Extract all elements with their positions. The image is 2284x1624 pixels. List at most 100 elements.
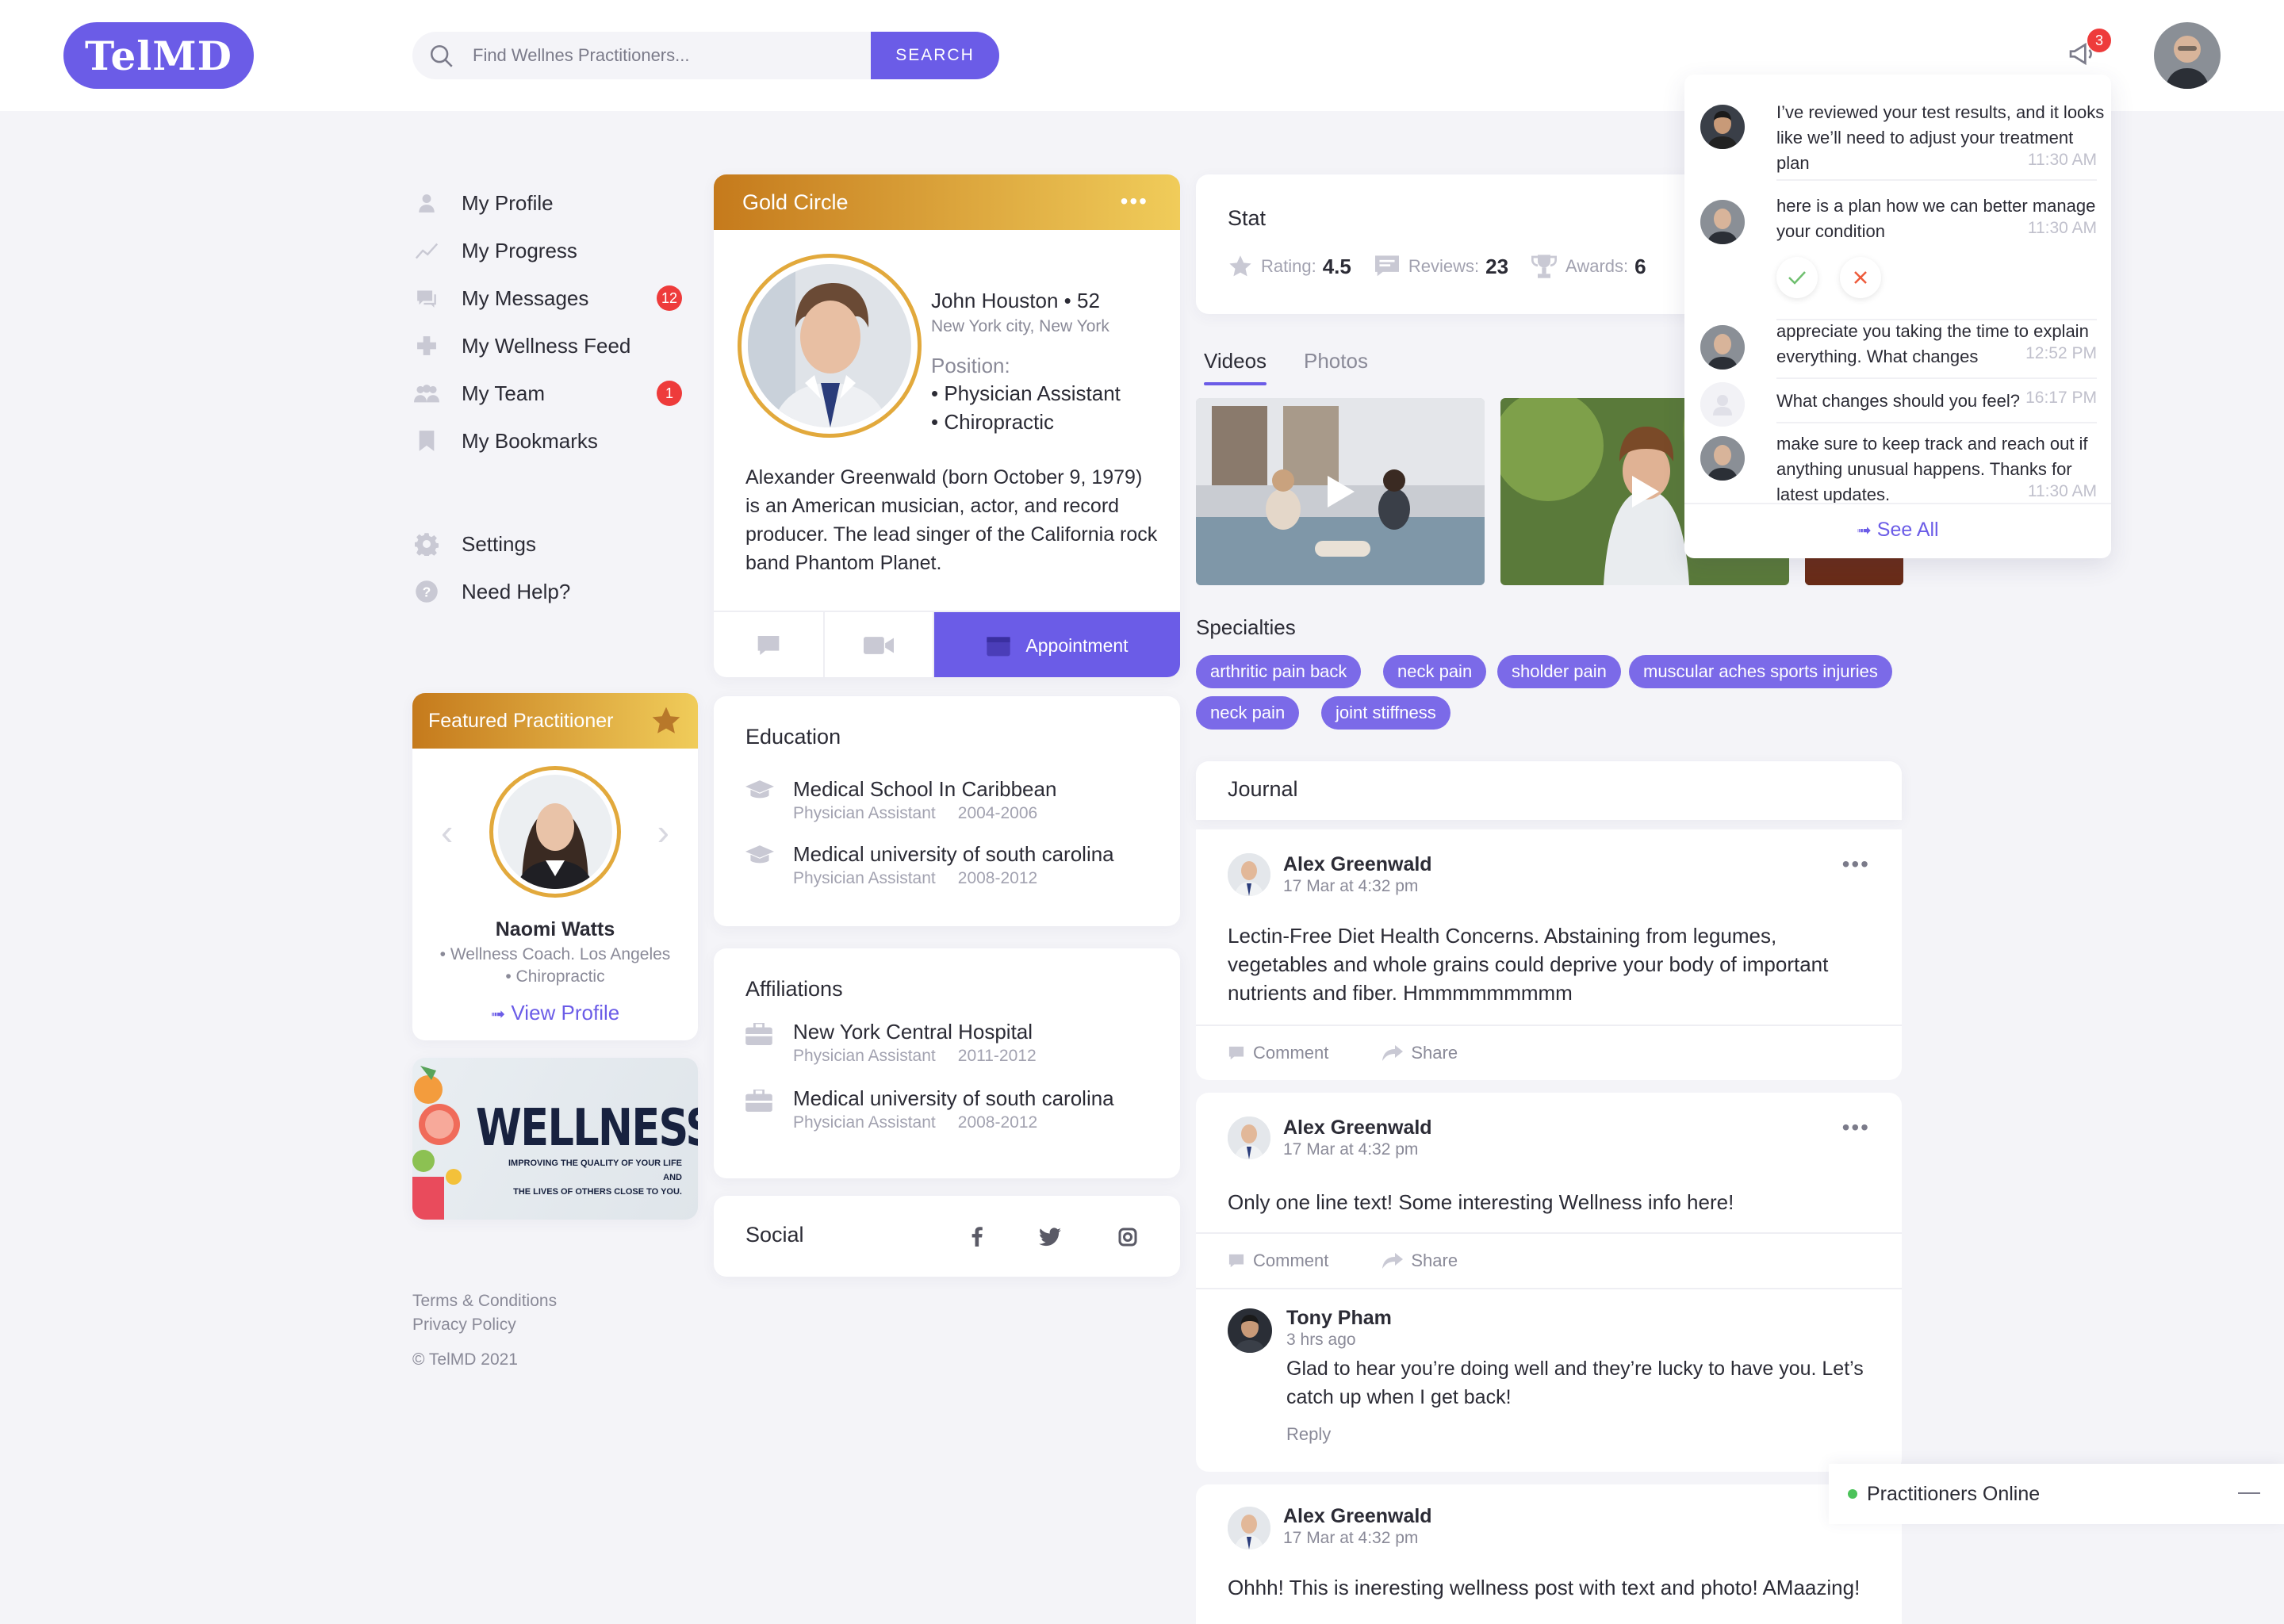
sidebar-item-help[interactable]: ? Need Help?	[412, 568, 682, 615]
sidebar-item-settings[interactable]: Settings	[412, 520, 682, 568]
chat-button[interactable]	[714, 612, 825, 677]
post-time: 17 Mar at 4:32 pm	[1283, 1529, 1419, 1547]
video-thumbnail[interactable]	[1196, 398, 1485, 585]
awards-value: 6	[1634, 254, 1646, 278]
sidebar-item-my-progress[interactable]: My Progress	[412, 227, 682, 274]
comment-author-name[interactable]: Tony Pham	[1286, 1307, 1392, 1330]
post-author-avatar[interactable]	[1228, 1507, 1270, 1549]
share-label: Share	[1411, 1251, 1458, 1270]
twitter-icon[interactable]	[1039, 1228, 1061, 1247]
play-icon	[1632, 476, 1659, 508]
journal-post: Alex Greenwald 17 Mar at 4:32 pm ••• Lec…	[1196, 829, 1902, 1080]
comment-icon	[1228, 1046, 1244, 1060]
post-text: Lectin-Free Diet Health Concerns. Abstai…	[1228, 924, 1829, 1005]
facebook-icon[interactable]	[971, 1226, 983, 1247]
sidebar-item-my-wellness-feed[interactable]: My Wellness Feed	[412, 322, 682, 370]
profile-positions: • Physician Assistant • Chiropractic	[931, 379, 1121, 436]
profile-card: Gold Circle ••• John Houston • 52 New Yo…	[714, 174, 1180, 677]
banner-tagline: IMPROVING THE QUALITY OF YOUR LIFE AND T…	[508, 1156, 682, 1199]
comment-label: Comment	[1253, 1251, 1329, 1270]
instagram-icon[interactable]	[1118, 1228, 1137, 1247]
specialty-chip[interactable]: neck pain	[1383, 655, 1487, 688]
school-years: 2004-2006	[957, 804, 1038, 822]
comment-button[interactable]: Comment	[1228, 1043, 1355, 1063]
more-options-icon[interactable]: •••	[1121, 189, 1148, 214]
specialty-chip[interactable]: sholder pain	[1497, 655, 1621, 688]
post-author-name[interactable]: Alex Greenwald	[1283, 1116, 1432, 1139]
share-button[interactable]: Share	[1382, 1251, 1485, 1271]
affiliation-detail: Physician Assistant 2008-2012	[793, 1113, 1037, 1132]
share-button[interactable]: Share	[1382, 1043, 1485, 1063]
featured-avatar[interactable]	[489, 766, 621, 898]
video-icon	[864, 637, 894, 654]
featured-name: Naomi Watts	[495, 918, 615, 940]
notification-time: 11:30 AM	[2027, 219, 2097, 237]
awards-label: Awards:	[1565, 256, 1629, 276]
user-icon	[412, 192, 441, 214]
specialty-chip[interactable]: joint stiffness	[1321, 696, 1450, 730]
journal-title: Journal	[1228, 777, 1298, 801]
search-button[interactable]: SEARCH	[871, 32, 999, 79]
wellness-banner[interactable]: WELLNESS IMPROVING THE QUALITY OF YOUR L…	[412, 1058, 698, 1220]
post-author-name[interactable]: Alex Greenwald	[1283, 1505, 1432, 1528]
sidebar-item-my-bookmarks[interactable]: My Bookmarks	[412, 417, 682, 465]
search-input[interactable]	[473, 32, 869, 79]
tab-videos[interactable]: Videos	[1204, 349, 1267, 385]
school-name: Medical School In Caribbean	[793, 777, 1057, 801]
comment-icon	[1228, 1254, 1244, 1268]
carousel-next-button[interactable]: ›	[657, 810, 669, 853]
privacy-link[interactable]: Privacy Policy	[412, 1313, 557, 1337]
affiliations-card: Affiliations New York Central Hospital P…	[714, 948, 1180, 1178]
comment-author-avatar[interactable]	[1228, 1308, 1272, 1353]
carousel-prev-button[interactable]: ‹	[441, 810, 453, 853]
profile-bio: Alexander Greenwald (born October 9, 197…	[745, 466, 1158, 574]
sidebar-item-label: My Bookmarks	[462, 428, 598, 453]
view-profile-link[interactable]: ➟ View Profile	[412, 1001, 698, 1025]
sidebar-item-my-profile[interactable]: My Profile	[412, 179, 682, 227]
specialty-chip[interactable]: neck pain	[1196, 696, 1300, 730]
share-icon	[1382, 1045, 1404, 1061]
fruit-illustration	[412, 1066, 462, 1220]
accept-button[interactable]	[1776, 257, 1818, 298]
more-options-icon[interactable]: •••	[1842, 852, 1870, 877]
comment-button[interactable]: Comment	[1228, 1251, 1355, 1271]
reply-button[interactable]: Reply	[1286, 1424, 1331, 1445]
sidebar-item-label: Need Help?	[462, 579, 571, 603]
divider	[1196, 1288, 1902, 1289]
notification-avatar	[1700, 436, 1745, 481]
practitioners-online-bar[interactable]: Practitioners Online	[1829, 1464, 2284, 1524]
decline-button[interactable]	[1840, 257, 1881, 298]
terms-link[interactable]: Terms & Conditions	[412, 1289, 557, 1313]
bookmark-icon	[412, 430, 441, 452]
calendar-icon	[987, 637, 1011, 657]
sidebar-item-label: Settings	[462, 531, 536, 556]
tab-photos[interactable]: Photos	[1304, 349, 1368, 373]
social-card: Social	[714, 1196, 1180, 1277]
reviews-icon	[1374, 255, 1399, 277]
post-author-avatar[interactable]	[1228, 1116, 1270, 1159]
graduation-cap-icon	[745, 845, 774, 864]
more-options-icon[interactable]: •••	[1842, 1115, 1870, 1140]
reviews-label: Reviews:	[1408, 256, 1480, 276]
video-call-button[interactable]	[825, 612, 934, 677]
user-avatar[interactable]	[2154, 22, 2221, 89]
post-author-name[interactable]: Alex Greenwald	[1283, 853, 1432, 876]
app-logo[interactable]: TelMD	[63, 22, 254, 89]
gear-icon	[412, 532, 441, 556]
notification-avatar	[1700, 200, 1745, 244]
appointment-button[interactable]: Appointment	[934, 612, 1180, 677]
notifications-button[interactable]: 3	[2059, 29, 2111, 78]
post-time: 17 Mar at 4:32 pm	[1283, 1140, 1419, 1159]
sidebar-item-my-team[interactable]: My Team 1	[412, 370, 682, 417]
school-years: 2008-2012	[957, 869, 1038, 887]
specialty-chip[interactable]: arthritic pain back	[1196, 655, 1362, 688]
specialty-chip[interactable]: muscular aches sports injuries	[1629, 655, 1892, 688]
sidebar-item-my-messages[interactable]: My Messages 12	[412, 274, 682, 322]
featured-role-line: • Wellness Coach. Los Angeles	[439, 945, 671, 963]
minimize-icon[interactable]	[2238, 1492, 2260, 1494]
profile-header: Gold Circle •••	[714, 174, 1180, 230]
featured-role-line: • Chiropractic	[505, 967, 605, 986]
feed-icon	[412, 335, 441, 356]
post-author-avatar[interactable]	[1228, 853, 1270, 896]
see-all-link[interactable]: ➟ See All	[1684, 519, 2111, 542]
